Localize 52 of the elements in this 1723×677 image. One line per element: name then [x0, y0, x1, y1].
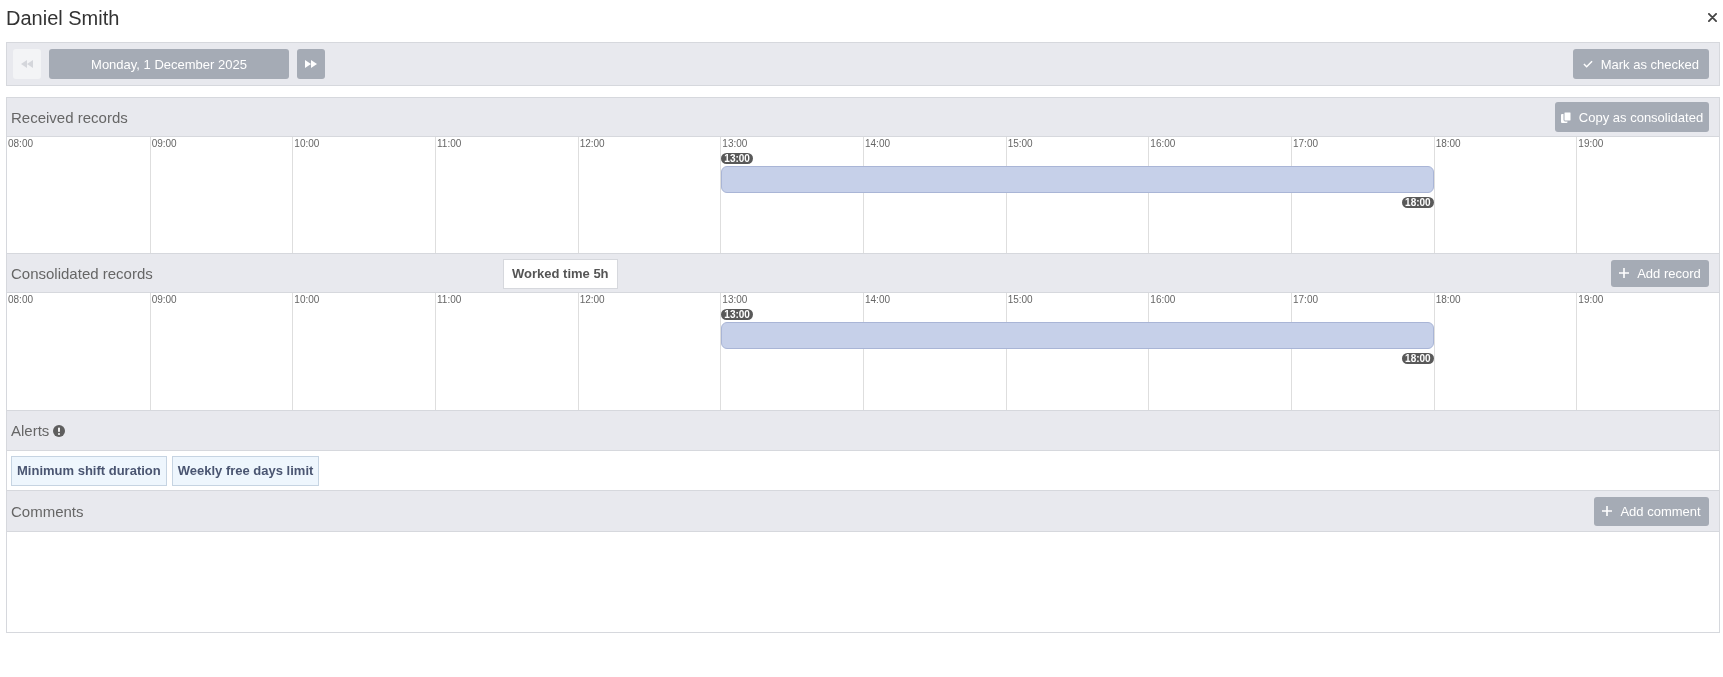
hour-label: 16:00: [1150, 138, 1176, 149]
close-icon[interactable]: [1708, 12, 1717, 22]
hour-label: 15:00: [1007, 138, 1033, 149]
hour-label: 10:00: [294, 138, 320, 149]
hour-label: 08:00: [8, 294, 34, 305]
alert-tag[interactable]: Weekly free days limit: [171, 456, 320, 486]
end-time-badge: 18:00: [1402, 197, 1434, 208]
section-title: Received records: [11, 108, 128, 126]
hour-label: 17:00: [1293, 294, 1319, 305]
rewind-icon: [21, 60, 33, 68]
record-bar[interactable]: [721, 166, 1434, 193]
check-icon: [1582, 59, 1593, 69]
add-comment-button[interactable]: Add comment: [1594, 496, 1709, 526]
hour-label: 19:00: [1578, 138, 1604, 149]
section-title: Comments: [11, 502, 84, 520]
hour-label: 19:00: [1578, 294, 1604, 305]
hour-label: 16:00: [1150, 294, 1176, 305]
mark-checked-button[interactable]: Mark as checked: [1572, 49, 1709, 79]
start-time-badge: 13:00: [721, 309, 753, 320]
plus-icon: [1602, 506, 1613, 516]
record-bar[interactable]: [721, 322, 1434, 349]
section-title: Alerts: [11, 422, 50, 439]
end-time-badge: 18:00: [1402, 353, 1434, 364]
hour-label: 09:00: [151, 294, 177, 305]
window-title: Daniel Smith: [6, 5, 120, 30]
start-time-badge: 13:00: [721, 153, 753, 164]
hour-label: 09:00: [151, 138, 177, 149]
exclamation-icon: [53, 424, 66, 437]
hour-label: 18:00: [1435, 138, 1461, 149]
next-day-button[interactable]: [297, 49, 325, 79]
hour-label: 12:00: [579, 294, 605, 305]
hour-label: 18:00: [1435, 294, 1461, 305]
hour-label: 14:00: [865, 138, 891, 149]
hour-label: 17:00: [1293, 138, 1319, 149]
worked-time-tooltip: Worked time 5h: [503, 259, 618, 289]
copy-consolidated-button[interactable]: Copy as consolidated: [1555, 102, 1709, 132]
date-button[interactable]: Monday, 1 December 2025: [49, 49, 289, 79]
hour-label: 12:00: [579, 138, 605, 149]
hour-label: 10:00: [294, 294, 320, 305]
hour-label: 13:00: [722, 294, 748, 305]
copy-icon: [1560, 111, 1571, 123]
fast-forward-icon: [305, 60, 317, 68]
plus-icon: [1619, 268, 1630, 278]
hour-label: 13:00: [722, 138, 748, 149]
section-title: Consolidated records: [11, 264, 153, 282]
hour-label: 14:00: [865, 294, 891, 305]
hour-label: 08:00: [8, 138, 34, 149]
alert-tag[interactable]: Minimum shift duration: [11, 456, 167, 486]
add-record-button[interactable]: Add record: [1611, 259, 1709, 287]
hour-label: 11:00: [437, 294, 462, 305]
hour-label: 11:00: [437, 138, 462, 149]
hour-label: 15:00: [1007, 294, 1033, 305]
